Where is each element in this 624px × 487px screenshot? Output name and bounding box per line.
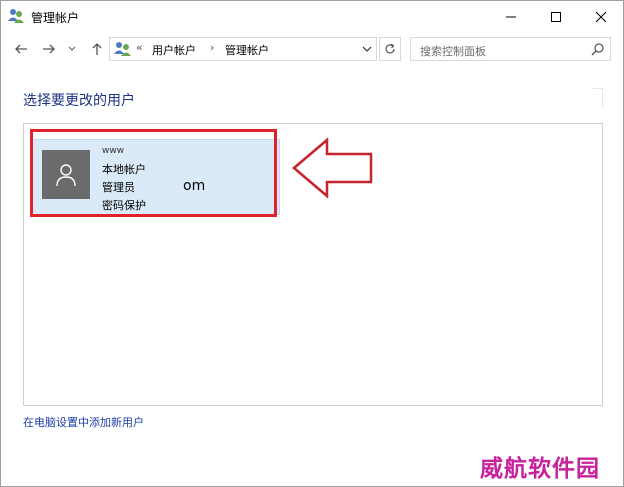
maximize-button[interactable]	[534, 1, 578, 32]
breadcrumb-user-accounts[interactable]: 用户帐户	[152, 42, 196, 58]
breadcrumb-manage-accounts[interactable]: 管理帐户	[225, 42, 269, 58]
search-icon[interactable]	[591, 42, 605, 56]
pointer-arrow-icon	[292, 137, 373, 199]
close-button[interactable]	[579, 1, 623, 32]
title-bar: 管理帐户	[1, 1, 623, 32]
highlight-box	[30, 129, 277, 217]
divider	[593, 88, 603, 108]
window: 管理帐户 « 用户帐户 › 管理帐户 搜索控制面板 选择要更改的用户 www 本…	[0, 0, 624, 487]
chevron-down-icon[interactable]	[65, 39, 79, 59]
address-bar[interactable]: « 用户帐户 › 管理帐户	[109, 37, 377, 61]
arrow-up-icon[interactable]	[87, 39, 107, 59]
add-user-link[interactable]: 在电脑设置中添加新用户	[23, 414, 144, 430]
arrow-right-icon[interactable]	[39, 39, 59, 59]
search-placeholder: 搜索控制面板	[420, 45, 486, 58]
refresh-icon[interactable]	[379, 37, 401, 61]
search-input[interactable]: 搜索控制面板	[410, 37, 611, 61]
address-prefix: «	[136, 41, 143, 54]
arrow-left-icon[interactable]	[11, 39, 31, 59]
chevron-down-icon[interactable]	[360, 42, 374, 56]
breadcrumb-separator: ›	[210, 41, 215, 54]
page-title: 选择要更改的用户	[23, 93, 135, 109]
user-accounts-icon	[114, 41, 132, 57]
navigation-bar: « 用户帐户 › 管理帐户 搜索控制面板	[1, 34, 623, 64]
user-accounts-icon	[8, 8, 25, 24]
window-title: 管理帐户	[31, 11, 80, 25]
minimize-button[interactable]	[489, 1, 533, 32]
watermark-logo: 威航软件园	[480, 455, 600, 482]
